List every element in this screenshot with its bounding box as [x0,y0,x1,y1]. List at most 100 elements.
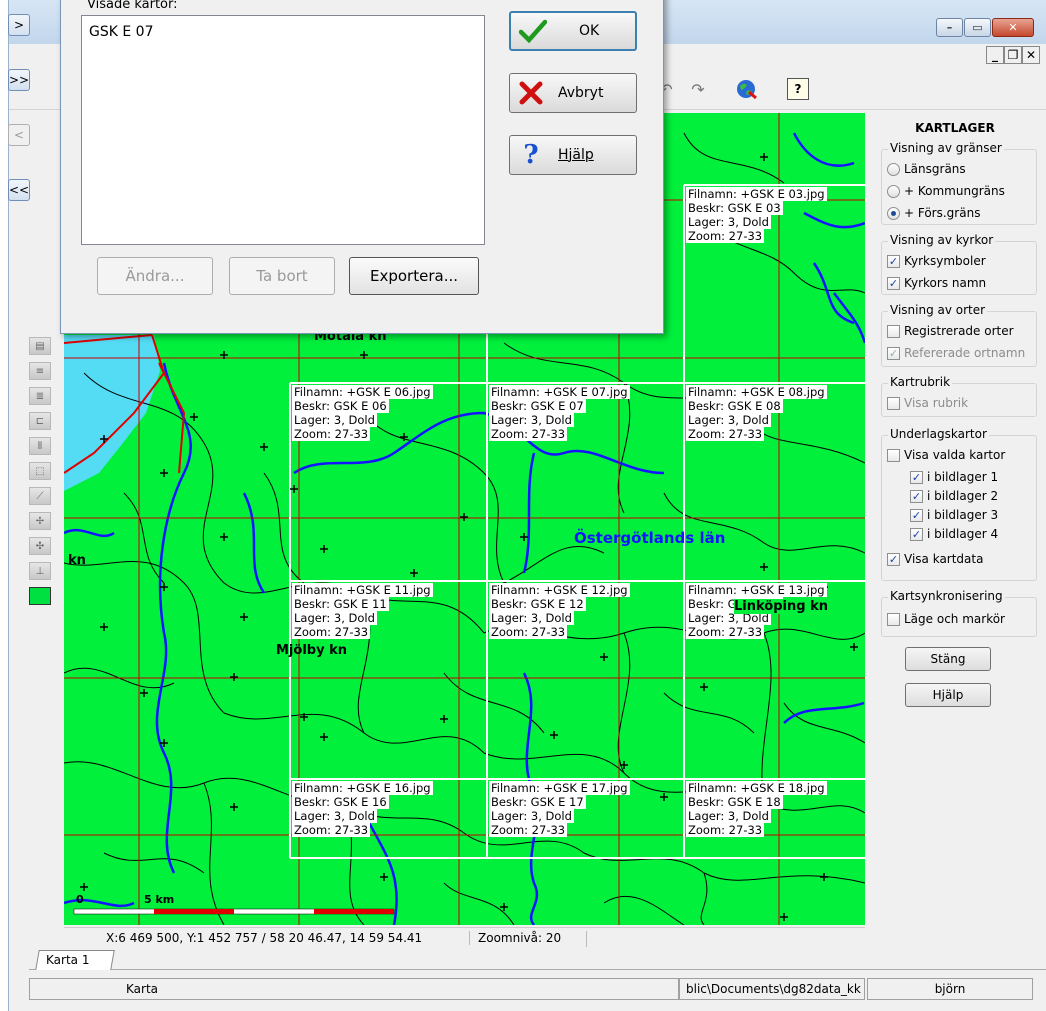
help-button[interactable]: ? Hjälp [509,135,637,175]
checkbox-refererade-ortnamn[interactable]: ✓ Refererade ortnamn [887,346,1025,360]
minimize-button[interactable]: – [936,18,963,37]
coord-divider [586,931,587,947]
mdi-close-button[interactable]: ✕ [1022,46,1040,64]
checkbox-bildlager-1[interactable]: ✓ i bildlager 1 [910,470,998,484]
base-maps-group: Underlagskartor Visa valda kartor ✓ i bil… [881,427,1037,581]
check-icon: ✓ [910,470,923,484]
tab-strip: Karta 1 [29,950,1046,970]
churches-group-title: Visning av kyrkor [888,233,996,247]
tree-icon[interactable]: ⊏ [29,412,51,430]
checkbox-lage-och-markor[interactable]: Läge och markör [887,612,1005,626]
cancel-button[interactable]: Avbryt [509,73,637,113]
place-mjolby: Mjölby kn [276,643,347,658]
checkbox-visa-valda-kartor[interactable]: Visa valda kartor [887,448,1005,462]
panel-help-button[interactable]: Hjälp [905,683,991,707]
tile-label-18: Filnamn: +GSK E 18.jpg Beskr: GSK E 18 La… [686,781,827,837]
columns-icon[interactable]: ⦀ [29,437,51,455]
shown-maps-list[interactable]: GSK E 07 [81,15,485,245]
place-ostergotland: Östergötlands län [574,529,726,547]
edit-button[interactable]: Ändra... [97,257,213,295]
scale-km-label: 5 km [144,893,175,906]
coordinate-bar: X:6 469 500, Y:1 452 757 / 58 20 46.47, … [64,927,865,949]
radio-indicator [887,162,900,176]
base-maps-group-title: Underlagskartor [888,427,989,441]
remove-button[interactable]: Ta bort [229,257,335,295]
tab-karta-1[interactable]: Karta 1 [35,950,115,970]
radio-lansgrans[interactable]: Länsgräns [887,162,966,176]
panel-title: KARTLAGER [915,121,995,135]
route-tool-icon[interactable]: ✢ [29,512,51,530]
check-icon: ✓ [887,346,900,360]
check-icon: ✓ [887,254,900,268]
tile-label-03: Filnamn: +GSK E 03.jpg Beskr: GSK E 03 La… [686,187,827,243]
remove-all-maps-button[interactable]: << [8,179,30,201]
mdi-restore-button[interactable]: ❐ [1004,46,1022,64]
checkbox-kyrkors-namn[interactable]: ✓ Kyrkors namn [887,276,986,290]
radio-forsgrans[interactable]: + Förs.gräns [887,206,980,220]
status-user: björn [867,978,1033,1000]
boundaries-group: Visning av gränser Länsgräns + Kommungrä… [881,141,1037,225]
help-icon[interactable]: ? [787,78,809,100]
redo-icon[interactable]: ↷ [687,78,709,100]
close-button[interactable]: ✕ [992,18,1034,37]
sync-group: Kartsynkronisering Läge och markör [881,589,1037,637]
globe-icon[interactable] [735,78,757,100]
route-alt-tool-icon[interactable]: ✣ [29,537,51,555]
ok-button[interactable]: OK [509,11,637,51]
checkbox-kyrksymboler[interactable]: ✓ Kyrksymboler [887,254,986,268]
cross-icon [519,81,543,105]
line-tool-icon[interactable]: ⟋ [29,487,51,505]
add-all-maps-button[interactable]: >> [8,69,30,91]
color-swatch-icon[interactable] [29,587,51,605]
remove-map-button[interactable]: < [8,124,30,146]
add-map-button[interactable]: > [8,14,30,36]
scale-zero-label: 0 [76,893,84,906]
list-icon[interactable]: ≡ [29,362,51,380]
list-item[interactable]: GSK E 07 [89,24,153,40]
maximize-button[interactable]: ▭ [964,18,991,37]
shown-maps-dialog: Visade kartor: GSK E 07 OK Avbryt ? Hjäl… [60,0,664,334]
print-icon[interactable]: ▤ [29,337,51,355]
select-area-icon[interactable]: ⬚ [29,462,51,480]
radio-kommungrans[interactable]: + Kommungräns [887,184,1005,198]
tile-label-12: Filnamn: +GSK E 12.jpg Beskr: GSK E 12 La… [489,583,630,639]
coordinate-readout: X:6 469 500, Y:1 452 757 / 58 20 46.47, … [106,931,423,945]
export-button[interactable]: Exportera... [349,257,479,295]
checkbox-registrerade-orter[interactable]: Registrerade orter [887,324,1014,338]
places-group-title: Visning av orter [888,303,988,317]
checkbox-bildlager-4[interactable]: ✓ i bildlager 4 [910,527,998,541]
tile-label-17: Filnamn: +GSK E 17.jpg Beskr: GSK E 17 La… [489,781,630,837]
tile-label-11: Filnamn: +GSK E 11.jpg Beskr: GSK E 11 La… [292,583,433,639]
shown-maps-label: Visade kartor: [87,0,178,12]
mdi-controls: _ ❐ ✕ [986,46,1040,64]
status-path: blic\Documents\dg82data_kk [679,978,865,1000]
sync-group-title: Kartsynkronisering [888,589,1005,603]
close-panel-button[interactable]: Stäng [905,647,991,671]
window-controls: – ▭ ✕ [936,18,1034,37]
tile-label-16: Filnamn: +GSK E 16.jpg Beskr: GSK E 16 La… [292,781,433,837]
check-icon: ✓ [887,552,900,566]
pin-tool-icon[interactable]: ⊥ [29,562,51,580]
place-linkoping: Linköping kn [734,599,828,614]
checkbox-bildlager-2[interactable]: ✓ i bildlager 2 [910,489,998,503]
churches-group: Visning av kyrkor ✓ Kyrksymboler ✓ Kyrkors… [881,233,1037,295]
checkmark-icon [519,19,547,43]
map-layers-panel: KARTLAGER Visning av gränser Länsgräns +… [875,113,1046,925]
question-icon: ? [523,140,539,170]
check-icon: ✓ [910,527,923,541]
checkbox-visa-rubrik[interactable]: Visa rubrik [887,396,968,410]
checkbox-visa-kartdata[interactable]: ✓ Visa kartdata [887,552,983,566]
vertical-toolbar: ▤ ≡ ≣ ⊏ ⦀ ⬚ ⟋ ✢ ✣ ⊥ [29,330,61,612]
check-icon: ✓ [887,276,900,290]
radio-indicator [887,184,900,198]
scale-bar [73,908,395,915]
places-group: Visning av orter Registrerade orter ✓ Ref… [881,303,1037,367]
radio-indicator [887,206,900,220]
tile-label-06: Filnamn: +GSK E 06.jpg Beskr: GSK E 06 La… [292,385,433,441]
mdi-minimize-button[interactable]: _ [986,46,1004,64]
place-kn-left: kn [68,553,86,568]
list-alt-icon[interactable]: ≣ [29,387,51,405]
checkbox-bildlager-3[interactable]: ✓ i bildlager 3 [910,508,998,522]
tile-label-08: Filnamn: +GSK E 08.jpg Beskr: GSK E 08 La… [686,385,827,441]
heading-group-title: Kartrubrik [888,375,953,389]
